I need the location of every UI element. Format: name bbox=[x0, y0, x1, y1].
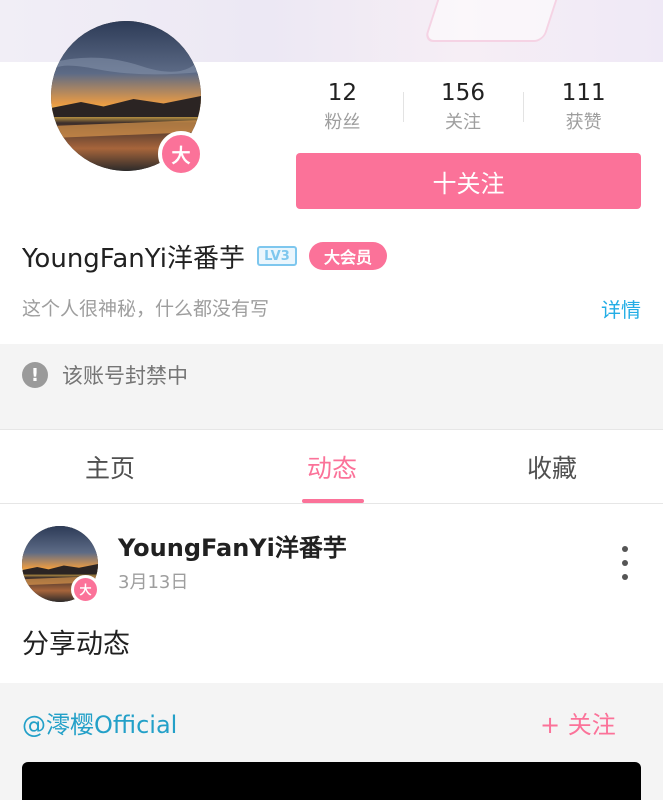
post-author-name[interactable]: YoungFanYi洋番芋 bbox=[118, 528, 347, 563]
section-divider bbox=[0, 406, 663, 430]
stat-count: 12 bbox=[327, 80, 357, 106]
banner-decoration bbox=[423, 0, 561, 42]
level-badge: LV3 bbox=[256, 246, 297, 266]
reposted-user-link[interactable]: @澪樱Official bbox=[22, 705, 177, 740]
stat-count: 111 bbox=[561, 80, 606, 106]
stat-label: 粉丝 bbox=[324, 112, 361, 133]
warning-icon: ! bbox=[22, 362, 48, 388]
banned-notice-bar: ! 该账号封禁中 bbox=[0, 344, 663, 406]
profile-tabs: 主页 动态 收藏 bbox=[0, 430, 663, 504]
vip-badge: 大 bbox=[71, 575, 100, 604]
detail-link[interactable]: 详情 bbox=[601, 294, 641, 323]
follow-button[interactable]: 十关注 bbox=[296, 153, 641, 209]
stat-label: 关注 bbox=[445, 112, 481, 133]
stat-label: 获赞 bbox=[565, 112, 602, 133]
stat-likes[interactable]: 111 获赞 bbox=[523, 78, 644, 138]
reposted-follow-button[interactable]: + 关注 bbox=[540, 705, 616, 740]
vip-badge: 大 bbox=[158, 131, 204, 177]
profile-username: YoungFanYi洋番芋 bbox=[22, 243, 245, 274]
reposted-video-thumbnail[interactable] bbox=[22, 762, 641, 800]
tab-favorites[interactable]: 收藏 bbox=[472, 430, 632, 504]
vip-member-tag[interactable]: 大会员 bbox=[308, 242, 387, 270]
profile-stats: 12 粉丝 156 关注 111 获赞 bbox=[282, 78, 644, 138]
post-text: 分享动态 bbox=[22, 629, 130, 660]
tab-dynamic[interactable]: 动态 bbox=[252, 430, 412, 504]
banned-notice-text: 该账号封禁中 bbox=[62, 364, 188, 388]
follow-button-label: 十关注 bbox=[432, 169, 505, 198]
more-options-icon[interactable] bbox=[615, 546, 635, 580]
active-tab-indicator bbox=[302, 499, 364, 503]
post-date: 3月13日 bbox=[118, 572, 189, 593]
username-row: YoungFanYi洋番芋 LV3 大会员 bbox=[22, 236, 387, 276]
stat-following[interactable]: 156 关注 bbox=[402, 78, 524, 138]
stat-fans[interactable]: 12 粉丝 bbox=[282, 78, 403, 138]
profile-bio: 这个人很神秘，什么都没有写 bbox=[22, 298, 270, 320]
stat-count: 156 bbox=[441, 80, 485, 106]
tab-home[interactable]: 主页 bbox=[30, 430, 190, 504]
